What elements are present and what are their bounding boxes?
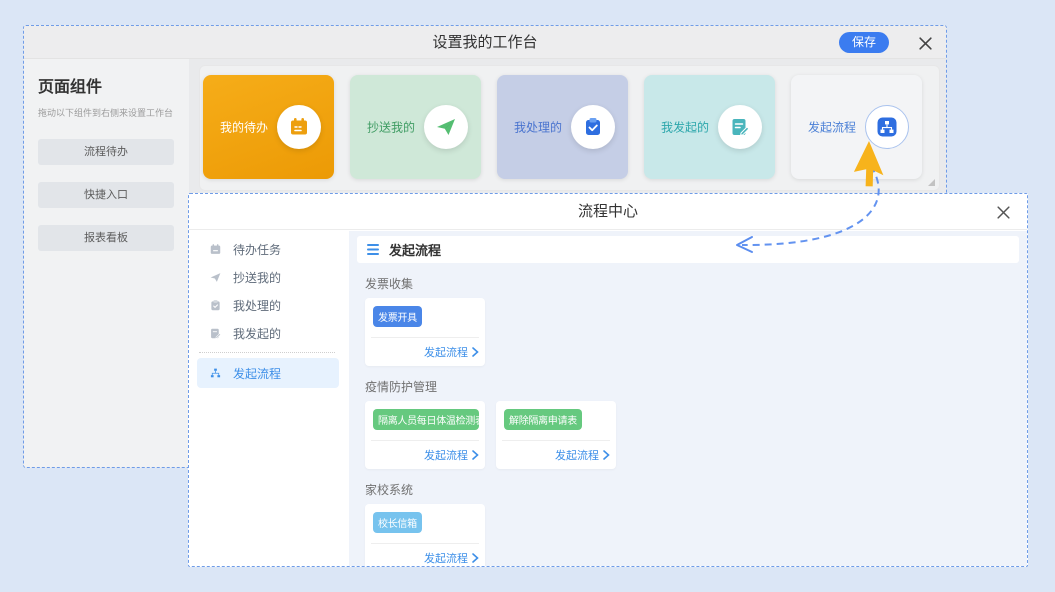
close-icon[interactable]: [917, 35, 933, 51]
launch-flow-link[interactable]: 发起流程: [555, 447, 610, 463]
chevron-right-icon: [471, 553, 479, 563]
clipboard-check-icon: [209, 299, 222, 312]
card-label: 抄送我的: [367, 119, 415, 136]
process-tag: 解除隔离申请表: [504, 409, 582, 430]
sidebar-hint: 拖动以下组件到右侧来设置工作台: [38, 106, 189, 119]
org-chart-icon: [209, 367, 222, 380]
process-center-window: 流程中心 待办任务 抄送我的 我处理的 我发起的: [188, 193, 1028, 567]
component-report-board[interactable]: 报表看板: [38, 225, 174, 251]
close-icon[interactable]: [995, 204, 1011, 220]
menu-item-label: 我发起的: [233, 325, 281, 342]
chevron-right-icon: [602, 450, 610, 460]
card-handled-by-me[interactable]: 我处理的: [497, 75, 628, 179]
resize-handle[interactable]: [928, 179, 935, 186]
component-flow-todo[interactable]: 流程待办: [38, 139, 174, 165]
card-footer: 发起流程: [371, 440, 479, 464]
process-window-header: 流程中心: [189, 194, 1027, 230]
menu-item-label: 我处理的: [233, 297, 281, 314]
menu-item-label: 发起流程: [233, 365, 281, 382]
card-label: 发起流程: [808, 119, 856, 136]
card-footer: 发起流程: [371, 543, 479, 567]
sidebar-title: 页面组件: [38, 73, 189, 97]
launch-flow-link[interactable]: 发起流程: [424, 344, 479, 360]
paper-plane-icon: [209, 271, 222, 284]
process-tag: 发票开具: [373, 306, 422, 327]
section-title-school: 家校系统: [365, 481, 1027, 498]
main-header-bar: 发起流程: [357, 236, 1019, 263]
clipboard-check-icon: [571, 105, 615, 149]
calendar-icon: [277, 105, 321, 149]
process-main-area: 发起流程 发票收集 发票开具 发起流程 疫情防护管理: [349, 231, 1027, 566]
process-card-invoice-issue: 发票开具 发起流程: [365, 298, 485, 366]
process-card-quarantine-temp: 隔离人员每日体温检测表 发起流程: [365, 401, 485, 469]
workbench-cards-panel: 我的待办 抄送我的: [199, 65, 940, 191]
menu-item-initiated-by-me[interactable]: 我发起的: [189, 319, 349, 347]
process-tag: 校长信箱: [373, 512, 422, 533]
process-card-principal-mailbox: 校长信箱 发起流程: [365, 504, 485, 567]
document-edit-icon: [209, 327, 222, 340]
save-button[interactable]: 保存: [839, 32, 889, 53]
calendar-icon: [209, 243, 222, 256]
card-footer: 发起流程: [371, 337, 479, 361]
card-footer: 发起流程: [502, 440, 610, 464]
menu-item-handled-by-me[interactable]: 我处理的: [189, 291, 349, 319]
paper-plane-icon: [424, 105, 468, 149]
org-chart-icon: [865, 105, 909, 149]
process-tag: 隔离人员每日体温检测表: [373, 409, 479, 430]
card-my-todo[interactable]: 我的待办: [203, 75, 334, 179]
menu-item-cc-to-me[interactable]: 抄送我的: [189, 263, 349, 291]
page-components-sidebar: 页面组件 拖动以下组件到右侧来设置工作台 流程待办 快捷入口 报表看板: [24, 59, 189, 467]
main-header-title: 发起流程: [389, 240, 441, 259]
list-icon: [367, 244, 380, 255]
card-label: 我的待办: [220, 119, 268, 136]
process-menu: 待办任务 抄送我的 我处理的 我发起的 发起流程: [189, 231, 349, 566]
menu-item-label: 待办任务: [233, 241, 281, 258]
settings-window-title: 设置我的工作台: [24, 26, 946, 59]
document-edit-icon: [718, 105, 762, 149]
settings-window-header: 设置我的工作台 保存: [24, 26, 946, 59]
process-window-title: 流程中心: [189, 194, 1027, 230]
section-title-epidemic: 疫情防护管理: [365, 378, 1027, 395]
menu-item-todo-tasks[interactable]: 待办任务: [189, 235, 349, 263]
menu-item-start-process[interactable]: 发起流程: [197, 358, 339, 388]
card-start-process[interactable]: 发起流程: [791, 75, 922, 179]
card-initiated-by-me[interactable]: 我发起的: [644, 75, 775, 179]
launch-flow-link[interactable]: 发起流程: [424, 447, 479, 463]
card-cc-to-me[interactable]: 抄送我的: [350, 75, 481, 179]
menu-divider: [199, 352, 335, 353]
component-quick-entry[interactable]: 快捷入口: [38, 182, 174, 208]
process-card-release-quarantine: 解除隔离申请表 发起流程: [496, 401, 616, 469]
launch-flow-link[interactable]: 发起流程: [424, 550, 479, 566]
menu-item-label: 抄送我的: [233, 269, 281, 286]
card-label: 我发起的: [661, 119, 709, 136]
chevron-right-icon: [471, 450, 479, 460]
chevron-right-icon: [471, 347, 479, 357]
card-label: 我处理的: [514, 119, 562, 136]
section-title-invoice: 发票收集: [365, 275, 1027, 292]
